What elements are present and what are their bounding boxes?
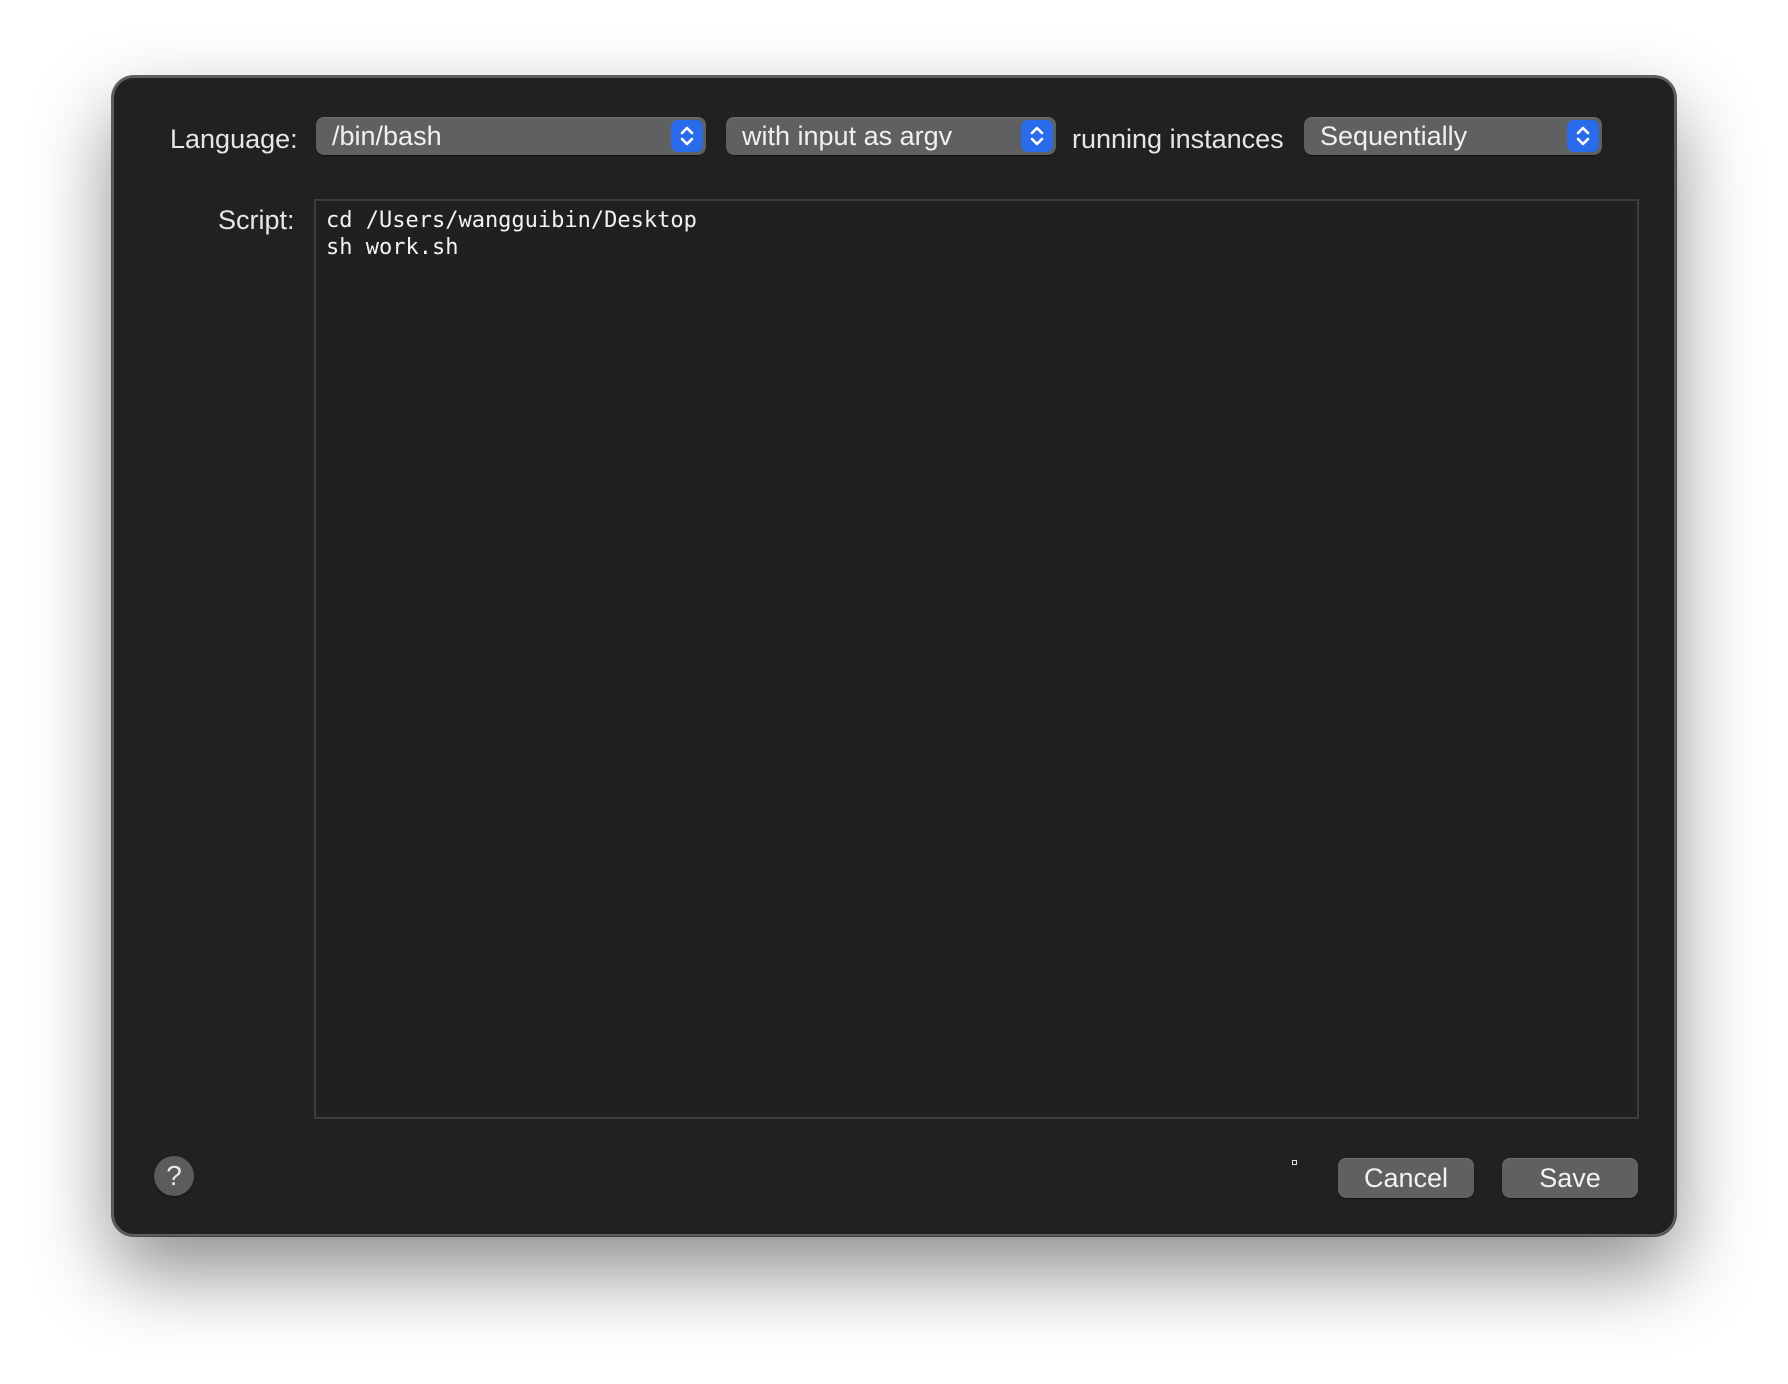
language-label: Language: [170,124,298,154]
running-mode-popup-value: Sequentially [1320,121,1468,151]
script-line: sh work.sh [326,235,459,260]
up-down-chevron-icon [1021,120,1053,152]
resize-dot-icon [1292,1160,1297,1165]
up-down-chevron-icon [1567,120,1599,152]
run-shell-script-dialog: Language: /bin/bash with input as argv r… [112,76,1676,1236]
running-mode-popup[interactable]: Sequentially [1304,117,1602,155]
running-instances-label: running instances [1072,124,1284,154]
language-popup-value: /bin/bash [332,121,442,151]
cancel-button[interactable]: Cancel [1338,1158,1474,1198]
save-button[interactable]: Save [1502,1158,1638,1198]
up-down-chevron-icon [671,120,703,152]
script-label: Script: [218,205,295,235]
help-button[interactable]: ? [154,1156,194,1196]
input-mode-popup-value: with input as argv [742,121,953,151]
script-line: cd /Users/wangguibin/Desktop [326,208,697,233]
language-popup[interactable]: /bin/bash [316,117,706,155]
input-mode-popup[interactable]: with input as argv [726,117,1056,155]
script-editor[interactable]: cd /Users/wangguibin/Desktop sh work.sh [314,199,1639,1119]
